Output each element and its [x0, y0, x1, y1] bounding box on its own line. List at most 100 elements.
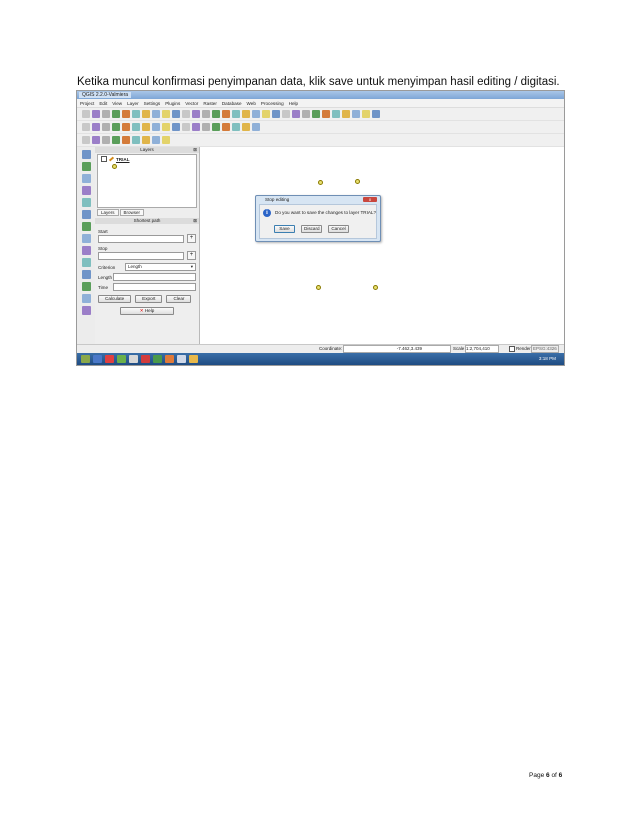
editing-tool-icon[interactable] — [132, 123, 140, 131]
add-layer-icon[interactable] — [81, 198, 91, 207]
layer-item[interactable]: TRIAL — [98, 155, 196, 163]
editing-tool-icon[interactable] — [162, 123, 170, 131]
add-layer-icon[interactable] — [81, 234, 91, 243]
toolbar-tool-icon[interactable] — [142, 110, 150, 118]
taskbar-app-icon[interactable] — [177, 355, 186, 363]
taskbar-app-icon[interactable] — [81, 355, 90, 363]
vector-tool-icon[interactable] — [92, 136, 100, 144]
editing-tool-icon[interactable] — [182, 123, 190, 131]
editing-tool-icon[interactable] — [82, 123, 90, 131]
add-stop-point-button[interactable]: + — [187, 251, 196, 260]
taskbar-app-icon[interactable] — [93, 355, 102, 363]
editing-tool-icon[interactable] — [242, 123, 250, 131]
toolbar-tool-icon[interactable] — [112, 110, 120, 118]
add-layer-icon[interactable] — [81, 306, 91, 315]
add-layer-icon[interactable] — [81, 270, 91, 279]
add-layer-icon[interactable] — [81, 258, 91, 267]
vector-tool-icon[interactable] — [102, 136, 110, 144]
add-layer-icon[interactable] — [81, 222, 91, 231]
editing-tool-icon[interactable] — [212, 123, 220, 131]
menu-item[interactable]: Web — [247, 101, 256, 106]
coordinate-field[interactable]: -7.462,3.439 — [343, 345, 451, 353]
vector-tool-icon[interactable] — [82, 136, 90, 144]
map-canvas[interactable] — [200, 147, 564, 353]
add-layer-icon[interactable] — [81, 174, 91, 183]
add-start-point-button[interactable]: + — [187, 234, 196, 243]
discard-button[interactable]: Discard — [301, 225, 322, 233]
add-layer-icon[interactable] — [81, 162, 91, 171]
vector-tool-icon[interactable] — [142, 136, 150, 144]
taskbar-app-icon[interactable] — [117, 355, 126, 363]
add-layer-icon[interactable] — [81, 150, 91, 159]
editing-tool-icon[interactable] — [102, 123, 110, 131]
taskbar-app-icon[interactable] — [129, 355, 138, 363]
criterion-select[interactable]: Length ▾ — [125, 263, 196, 271]
menu-item[interactable]: Database — [222, 101, 242, 106]
editing-tool-icon[interactable] — [232, 123, 240, 131]
toolbar-tool-icon[interactable] — [252, 110, 260, 118]
cancel-button[interactable]: Cancel — [328, 225, 349, 233]
toolbar-tool-icon[interactable] — [192, 110, 200, 118]
toolbar-tool-icon[interactable] — [82, 110, 90, 118]
menu-item[interactable]: Project — [80, 101, 94, 106]
editing-tool-icon[interactable] — [122, 123, 130, 131]
toolbar-tool-icon[interactable] — [132, 110, 140, 118]
editing-tool-icon[interactable] — [192, 123, 200, 131]
toolbar-tool-icon[interactable] — [182, 110, 190, 118]
tab-layers[interactable]: Layers — [97, 209, 119, 216]
menu-item[interactable]: Plugins — [165, 101, 180, 106]
add-layer-icon[interactable] — [81, 186, 91, 195]
taskbar-app-icon[interactable] — [105, 355, 114, 363]
taskbar-app-icon[interactable] — [189, 355, 198, 363]
add-layer-icon[interactable] — [81, 246, 91, 255]
editing-tool-icon[interactable] — [112, 123, 120, 131]
tab-browser[interactable]: Browser — [119, 209, 145, 216]
add-layer-icon[interactable] — [81, 294, 91, 303]
vector-tool-icon[interactable] — [122, 136, 130, 144]
menu-item[interactable]: View — [112, 101, 122, 106]
save-button[interactable]: Save — [274, 225, 295, 233]
clear-button[interactable]: Clear — [166, 295, 192, 303]
taskbar-app-icon[interactable] — [165, 355, 174, 363]
toolbar-tool-icon[interactable] — [172, 110, 180, 118]
vector-tool-icon[interactable] — [162, 136, 170, 144]
start-input[interactable] — [98, 235, 184, 243]
render-checkbox[interactable] — [509, 346, 515, 352]
taskbar-app-icon[interactable] — [141, 355, 150, 363]
toolbar-tool-icon[interactable] — [332, 110, 340, 118]
toolbar-tool-icon[interactable] — [202, 110, 210, 118]
toolbar-tool-icon[interactable] — [222, 110, 230, 118]
add-layer-icon[interactable] — [81, 210, 91, 219]
calculate-button[interactable]: Calculate — [98, 295, 132, 303]
menu-item[interactable]: Help — [289, 101, 298, 106]
vector-tool-icon[interactable] — [132, 136, 140, 144]
toolbar-tool-icon[interactable] — [352, 110, 360, 118]
menu-item[interactable]: Vector — [185, 101, 198, 106]
toolbar-tool-icon[interactable] — [152, 110, 160, 118]
editing-tool-icon[interactable] — [202, 123, 210, 131]
toolbar-tool-icon[interactable] — [282, 110, 290, 118]
toolbar-tool-icon[interactable] — [302, 110, 310, 118]
close-icon[interactable]: ⊠ — [193, 147, 197, 153]
close-icon[interactable]: ⊠ — [193, 218, 197, 224]
editing-tool-icon[interactable] — [92, 123, 100, 131]
menu-item[interactable]: Edit — [99, 101, 107, 106]
checkbox-icon[interactable] — [101, 156, 107, 162]
toolbar-tool-icon[interactable] — [322, 110, 330, 118]
menu-item[interactable]: Layer — [127, 101, 139, 106]
help-button[interactable]: ✕ Help — [120, 307, 174, 315]
toolbar-tool-icon[interactable] — [272, 110, 280, 118]
menu-item[interactable]: Raster — [203, 101, 217, 106]
menu-item[interactable]: Processing — [261, 101, 284, 106]
editing-tool-icon[interactable] — [172, 123, 180, 131]
export-button[interactable]: Export — [135, 295, 163, 303]
vector-tool-icon[interactable] — [112, 136, 120, 144]
editing-tool-icon[interactable] — [152, 123, 160, 131]
toolbar-tool-icon[interactable] — [162, 110, 170, 118]
vector-tool-icon[interactable] — [152, 136, 160, 144]
toolbar-tool-icon[interactable] — [92, 110, 100, 118]
toolbar-tool-icon[interactable] — [292, 110, 300, 118]
editing-tool-icon[interactable] — [252, 123, 260, 131]
toolbar-tool-icon[interactable] — [102, 110, 110, 118]
menu-item[interactable]: Settings — [144, 101, 161, 106]
